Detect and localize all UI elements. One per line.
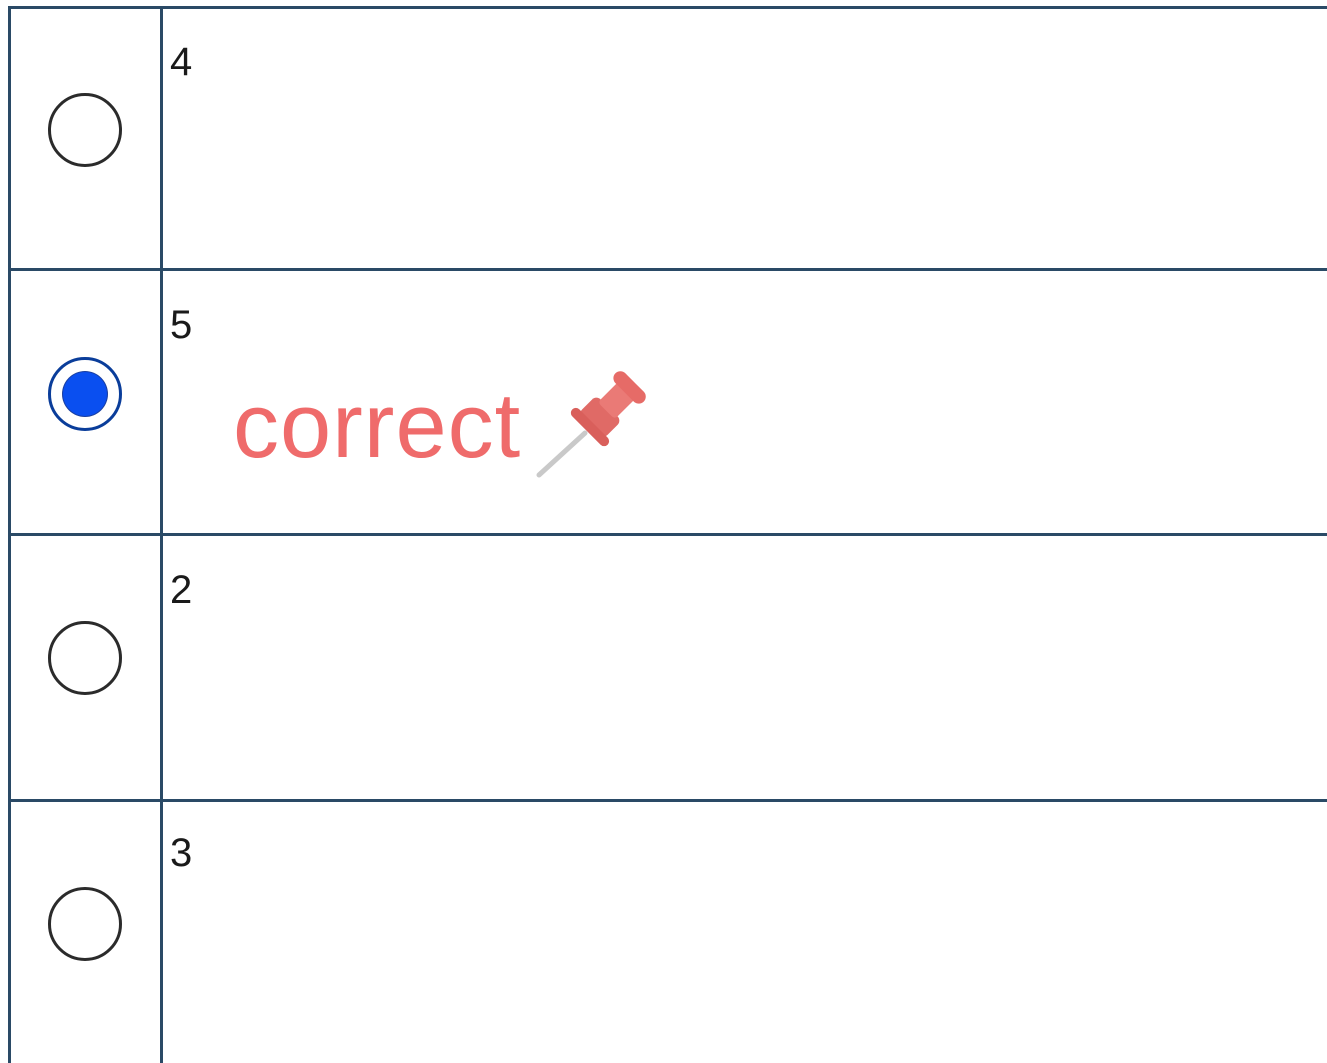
option-label-1[interactable]: 4 bbox=[170, 42, 192, 82]
correct-annotation: correct bbox=[233, 371, 657, 478]
radio-button-option-1[interactable] bbox=[48, 93, 122, 167]
option-row-2[interactable] bbox=[11, 271, 1327, 533]
answer-options-table: 4 5 correct 2 3 bbox=[0, 0, 1327, 1063]
option-row-4[interactable] bbox=[11, 802, 1327, 1063]
option-row-1[interactable] bbox=[11, 9, 1327, 268]
pushpin-icon bbox=[536, 371, 646, 478]
option-label-4[interactable]: 3 bbox=[170, 833, 192, 873]
radio-button-option-4[interactable] bbox=[48, 887, 122, 961]
option-label-3[interactable]: 2 bbox=[170, 570, 192, 610]
radio-button-option-3[interactable] bbox=[48, 621, 122, 695]
radio-selected-dot bbox=[63, 372, 107, 416]
annotation-text: correct bbox=[233, 375, 522, 477]
radio-button-option-2[interactable] bbox=[48, 357, 122, 431]
option-row-3[interactable] bbox=[11, 536, 1327, 799]
option-label-2[interactable]: 5 bbox=[170, 305, 192, 345]
